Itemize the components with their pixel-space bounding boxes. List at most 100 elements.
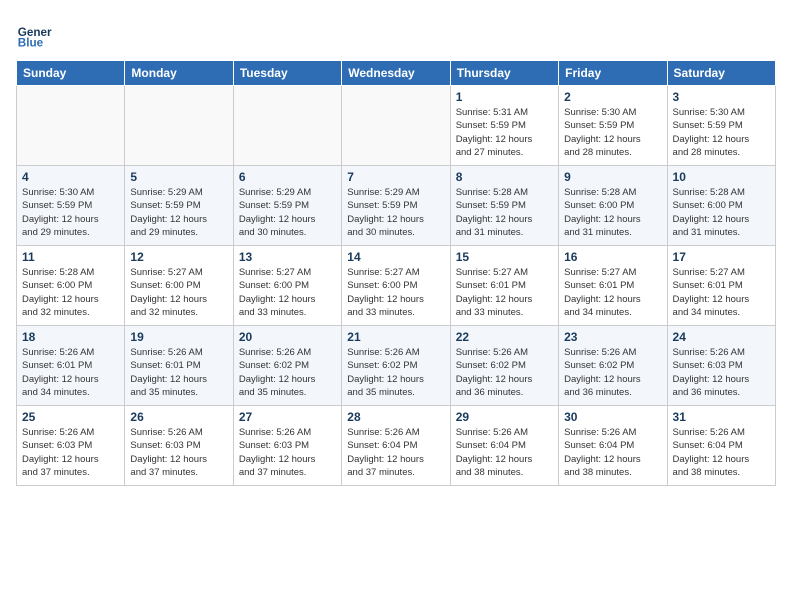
day-cell: 26 Sunrise: 5:26 AM Sunset: 6:03 PM Dayli… [125,406,233,486]
day-info: Sunrise: 5:29 AM Sunset: 5:59 PM Dayligh… [239,186,336,239]
day-number: 28 [347,410,444,424]
day-info: Sunrise: 5:27 AM Sunset: 6:01 PM Dayligh… [673,266,770,319]
day-info: Sunrise: 5:27 AM Sunset: 6:01 PM Dayligh… [564,266,661,319]
weekday-header-thursday: Thursday [450,61,558,86]
day-info: Sunrise: 5:26 AM Sunset: 6:02 PM Dayligh… [456,346,553,399]
day-cell [233,86,341,166]
day-info: Sunrise: 5:28 AM Sunset: 6:00 PM Dayligh… [22,266,119,319]
day-info: Sunrise: 5:28 AM Sunset: 6:00 PM Dayligh… [564,186,661,239]
day-cell: 31 Sunrise: 5:26 AM Sunset: 6:04 PM Dayli… [667,406,775,486]
day-number: 20 [239,330,336,344]
day-cell: 27 Sunrise: 5:26 AM Sunset: 6:03 PM Dayli… [233,406,341,486]
day-number: 29 [456,410,553,424]
day-number: 22 [456,330,553,344]
day-info: Sunrise: 5:26 AM Sunset: 6:03 PM Dayligh… [239,426,336,479]
day-cell: 24 Sunrise: 5:26 AM Sunset: 6:03 PM Dayli… [667,326,775,406]
day-number: 25 [22,410,119,424]
day-info: Sunrise: 5:26 AM Sunset: 6:03 PM Dayligh… [130,426,227,479]
weekday-header-sunday: Sunday [17,61,125,86]
day-cell: 21Sunrise: 5:26 AM Sunset: 6:02 PM Dayli… [342,326,450,406]
day-cell: 22 Sunrise: 5:26 AM Sunset: 6:02 PM Dayli… [450,326,558,406]
day-cell: 9 Sunrise: 5:28 AM Sunset: 6:00 PM Daylig… [559,166,667,246]
weekday-header-row: SundayMondayTuesdayWednesdayThursdayFrid… [17,61,776,86]
day-number: 9 [564,170,661,184]
day-cell: 7 Sunrise: 5:29 AM Sunset: 5:59 PM Daylig… [342,166,450,246]
day-number: 24 [673,330,770,344]
day-info: Sunrise: 5:30 AM Sunset: 5:59 PM Dayligh… [564,106,661,159]
day-info: Sunrise: 5:28 AM Sunset: 5:59 PM Dayligh… [456,186,553,239]
day-number: 26 [130,410,227,424]
day-cell [17,86,125,166]
day-cell: 16 Sunrise: 5:27 AM Sunset: 6:01 PM Dayli… [559,246,667,326]
day-number: 6 [239,170,336,184]
day-cell: 13Sunrise: 5:27 AM Sunset: 6:00 PM Dayli… [233,246,341,326]
day-number: 13 [239,250,336,264]
day-cell: 17 Sunrise: 5:27 AM Sunset: 6:01 PM Dayli… [667,246,775,326]
day-number: 16 [564,250,661,264]
day-cell: 4Sunrise: 5:30 AM Sunset: 5:59 PM Daylig… [17,166,125,246]
weekday-header-monday: Monday [125,61,233,86]
day-info: Sunrise: 5:26 AM Sunset: 6:04 PM Dayligh… [673,426,770,479]
day-cell: 3 Sunrise: 5:30 AM Sunset: 5:59 PM Daylig… [667,86,775,166]
day-number: 19 [130,330,227,344]
day-info: Sunrise: 5:29 AM Sunset: 5:59 PM Dayligh… [347,186,444,239]
day-info: Sunrise: 5:31 AM Sunset: 5:59 PM Dayligh… [456,106,553,159]
day-number: 12 [130,250,227,264]
logo-icon: General Blue [16,16,52,52]
week-row-5: 25 Sunrise: 5:26 AM Sunset: 6:03 PM Dayli… [17,406,776,486]
day-number: 4 [22,170,119,184]
day-number: 3 [673,90,770,104]
day-info: Sunrise: 5:27 AM Sunset: 6:00 PM Dayligh… [347,266,444,319]
day-info: Sunrise: 5:26 AM Sunset: 6:02 PM Dayligh… [564,346,661,399]
day-info: Sunrise: 5:30 AM Sunset: 5:59 PM Dayligh… [673,106,770,159]
calendar: SundayMondayTuesdayWednesdayThursdayFrid… [16,60,776,486]
day-cell: 10 Sunrise: 5:28 AM Sunset: 6:00 PM Dayli… [667,166,775,246]
day-info: Sunrise: 5:29 AM Sunset: 5:59 PM Dayligh… [130,186,227,239]
day-info: Sunrise: 5:26 AM Sunset: 6:03 PM Dayligh… [22,426,119,479]
day-number: 10 [673,170,770,184]
day-number: 31 [673,410,770,424]
day-info: Sunrise: 5:26 AM Sunset: 6:01 PM Dayligh… [22,346,119,399]
day-cell: 1Sunrise: 5:31 AM Sunset: 5:59 PM Daylig… [450,86,558,166]
day-cell: 19Sunrise: 5:26 AM Sunset: 6:01 PM Dayli… [125,326,233,406]
day-number: 2 [564,90,661,104]
day-cell: 12 Sunrise: 5:27 AM Sunset: 6:00 PM Dayli… [125,246,233,326]
day-number: 30 [564,410,661,424]
day-cell: 18 Sunrise: 5:26 AM Sunset: 6:01 PM Dayli… [17,326,125,406]
day-cell: 8 Sunrise: 5:28 AM Sunset: 5:59 PM Daylig… [450,166,558,246]
day-number: 17 [673,250,770,264]
day-number: 18 [22,330,119,344]
week-row-2: 4Sunrise: 5:30 AM Sunset: 5:59 PM Daylig… [17,166,776,246]
day-number: 14 [347,250,444,264]
day-cell [125,86,233,166]
day-number: 8 [456,170,553,184]
day-info: Sunrise: 5:27 AM Sunset: 6:00 PM Dayligh… [130,266,227,319]
day-cell: 2 Sunrise: 5:30 AM Sunset: 5:59 PM Daylig… [559,86,667,166]
weekday-header-tuesday: Tuesday [233,61,341,86]
day-cell: 5 Sunrise: 5:29 AM Sunset: 5:59 PM Daylig… [125,166,233,246]
day-number: 21 [347,330,444,344]
day-cell: 23 Sunrise: 5:26 AM Sunset: 6:02 PM Dayli… [559,326,667,406]
day-cell: 20 Sunrise: 5:26 AM Sunset: 6:02 PM Dayli… [233,326,341,406]
day-number: 27 [239,410,336,424]
day-cell: 11 Sunrise: 5:28 AM Sunset: 6:00 PM Dayli… [17,246,125,326]
day-number: 7 [347,170,444,184]
day-info: Sunrise: 5:26 AM Sunset: 6:04 PM Dayligh… [347,426,444,479]
day-cell: 30Sunrise: 5:26 AM Sunset: 6:04 PM Dayli… [559,406,667,486]
day-info: Sunrise: 5:27 AM Sunset: 6:01 PM Dayligh… [456,266,553,319]
day-info: Sunrise: 5:26 AM Sunset: 6:03 PM Dayligh… [673,346,770,399]
day-info: Sunrise: 5:26 AM Sunset: 6:02 PM Dayligh… [239,346,336,399]
week-row-4: 18 Sunrise: 5:26 AM Sunset: 6:01 PM Dayli… [17,326,776,406]
day-number: 5 [130,170,227,184]
day-info: Sunrise: 5:28 AM Sunset: 6:00 PM Dayligh… [673,186,770,239]
day-cell: 29Sunrise: 5:26 AM Sunset: 6:04 PM Dayli… [450,406,558,486]
day-cell: 6 Sunrise: 5:29 AM Sunset: 5:59 PM Daylig… [233,166,341,246]
day-number: 23 [564,330,661,344]
week-row-1: 1Sunrise: 5:31 AM Sunset: 5:59 PM Daylig… [17,86,776,166]
header: General Blue [16,16,776,52]
day-number: 11 [22,250,119,264]
logo: General Blue [16,16,56,52]
weekday-header-wednesday: Wednesday [342,61,450,86]
weekday-header-friday: Friday [559,61,667,86]
day-cell: 28 Sunrise: 5:26 AM Sunset: 6:04 PM Dayli… [342,406,450,486]
